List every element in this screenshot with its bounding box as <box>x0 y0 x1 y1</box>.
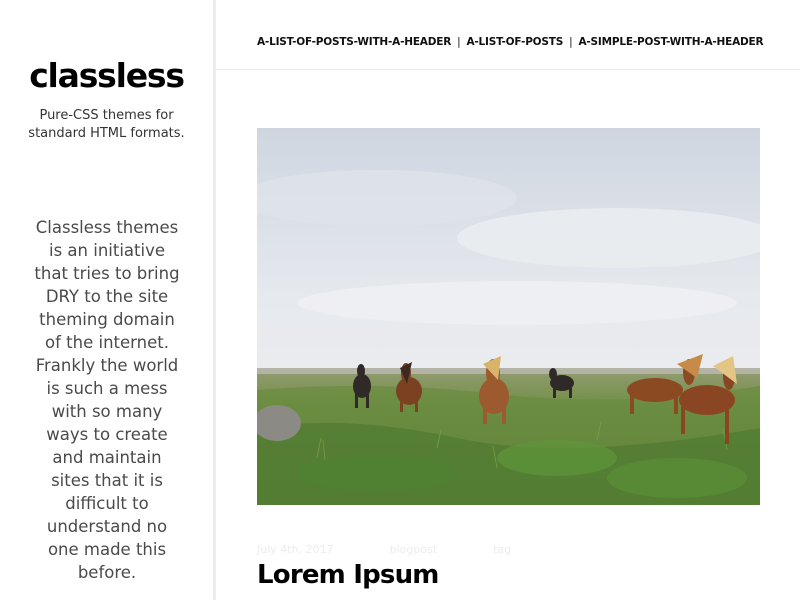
post-hero-image <box>257 128 760 505</box>
post-title[interactable]: Lorem Ipsum <box>257 560 439 590</box>
post-meta: July 4th, 2017 blogpost tag <box>257 543 567 556</box>
top-navigation: A-LIST-OF-POSTS-WITH-A-HEADER | A-LIST-OF-… <box>216 0 800 70</box>
nav-separator: | <box>457 36 461 48</box>
nav-separator: | <box>569 36 573 48</box>
post-category[interactable]: blogpost <box>390 543 438 556</box>
post-date: July 4th, 2017 <box>257 543 334 556</box>
post-tag[interactable]: tag <box>493 543 511 556</box>
nav-link-simple-post-with-header[interactable]: A-SIMPLE-POST-WITH-A-HEADER <box>578 36 763 48</box>
site-tagline: Pure-CSS themes for standard HTML format… <box>28 108 185 141</box>
site-title[interactable]: classless <box>0 56 213 95</box>
nav-links: A-LIST-OF-POSTS-WITH-A-HEADER | A-LIST-OF-… <box>257 36 764 48</box>
nav-link-list-of-posts[interactable]: A-LIST-OF-POSTS <box>466 36 563 48</box>
sidebar: classless Pure-CSS themes for standard H… <box>0 0 216 600</box>
nav-link-list-of-posts-with-header[interactable]: A-LIST-OF-POSTS-WITH-A-HEADER <box>257 36 451 48</box>
site-description: Classless themes is an initiative that t… <box>34 218 180 582</box>
